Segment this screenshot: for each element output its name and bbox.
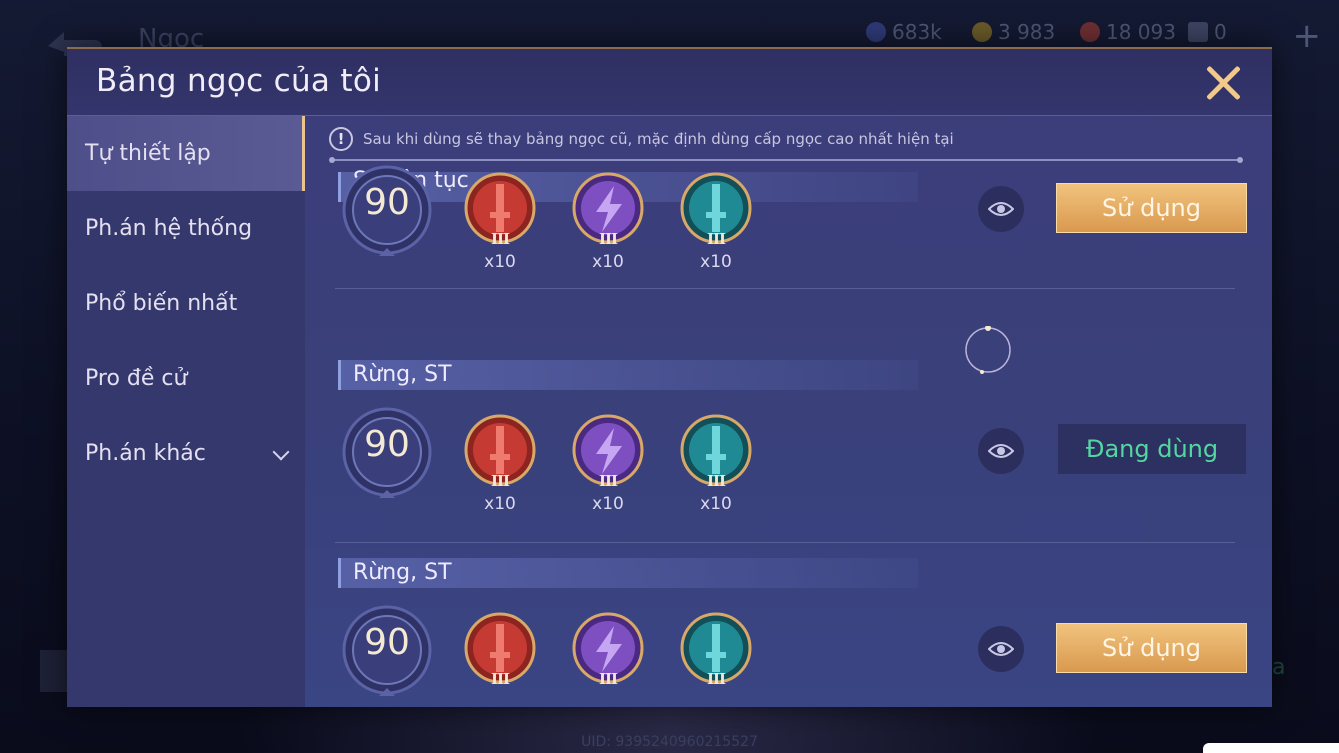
uid-label: UID: 9395240960215527 xyxy=(581,734,758,750)
preview-button[interactable] xyxy=(978,186,1024,232)
eye-icon xyxy=(988,202,1014,216)
setup-name: Rừng, ST xyxy=(353,362,452,387)
gem-tier: III xyxy=(598,670,618,688)
sidebar-item-pro[interactable]: Pro đề cử xyxy=(67,341,305,416)
gem-tier: III xyxy=(490,230,510,248)
chevron-down-icon xyxy=(272,443,290,461)
background-panel xyxy=(40,650,68,692)
gold-coin-icon xyxy=(972,22,992,42)
loading-ring-icon xyxy=(965,326,1011,374)
gem-tier: III xyxy=(490,670,510,688)
add-resource-button[interactable]: + xyxy=(1293,16,1322,56)
gem-tier: III xyxy=(490,472,510,490)
level-value: 90 xyxy=(364,424,410,465)
blue-orb-icon xyxy=(866,22,886,42)
gem-count: x10 xyxy=(484,252,516,272)
warning-icon: ! xyxy=(329,127,353,151)
notice-text: Sau khi dùng sẽ thay bảng ngọc cũ, mặc đ… xyxy=(363,130,954,148)
sidebar: Tự thiết lập Ph.án hệ thống Phổ biến nhấ… xyxy=(67,116,305,707)
resource-gold: 3 983 xyxy=(972,20,1055,44)
in-use-status: Đang dùng xyxy=(1058,424,1246,474)
gem-tier: III xyxy=(706,472,726,490)
level-value: 90 xyxy=(364,622,410,663)
level-value: 90 xyxy=(364,182,410,223)
notice: ! Sau khi dùng sẽ thay bảng ngọc cũ, mặc… xyxy=(329,124,954,154)
row-divider xyxy=(335,288,1235,289)
resource-tickets: 0 xyxy=(1188,20,1227,44)
sidebar-item-system[interactable]: Ph.án hệ thống xyxy=(67,191,305,266)
preview-button[interactable] xyxy=(978,428,1024,474)
ticket-icon xyxy=(1188,22,1208,42)
gem-count: x10 xyxy=(700,494,732,514)
eye-icon xyxy=(988,642,1014,656)
sidebar-item-label: Pro đề cử xyxy=(85,366,188,391)
use-button[interactable]: Sử dụng xyxy=(1056,183,1247,233)
background-right-text: a xyxy=(1272,655,1286,680)
setup-row: Rừng, ST 90 III x10 III x10 III x10 Đang… xyxy=(305,326,1272,558)
gem-count: x10 xyxy=(700,252,732,272)
gem-count: x10 xyxy=(592,494,624,514)
resource-orbs: 683k xyxy=(866,20,942,44)
corner-overlay xyxy=(1203,743,1339,753)
gem-tier: III xyxy=(706,230,726,248)
list-top-divider xyxy=(329,157,1243,163)
setup-row: Rừng, ST 90 III III III Sử dụng xyxy=(305,558,1272,707)
sidebar-item-popular[interactable]: Phổ biến nhất xyxy=(67,266,305,341)
modal-header: Bảng ngọc của tôi xyxy=(67,49,1272,116)
sidebar-item-label: Ph.án khác xyxy=(85,441,206,466)
sidebar-item-label: Phổ biến nhất xyxy=(85,291,238,316)
preview-button[interactable] xyxy=(978,626,1024,672)
setup-name: Rừng, ST xyxy=(353,560,452,585)
eye-icon xyxy=(988,444,1014,458)
row-divider xyxy=(335,542,1235,543)
gem-count: x10 xyxy=(484,494,516,514)
resource-gems: 18 093 xyxy=(1080,20,1176,44)
gem-tier: III xyxy=(706,670,726,688)
sidebar-item-custom[interactable]: Tự thiết lập xyxy=(67,116,305,191)
close-icon[interactable] xyxy=(1204,63,1244,103)
gem-tier: III xyxy=(598,230,618,248)
gem-tier: III xyxy=(598,472,618,490)
modal-title: Bảng ngọc của tôi xyxy=(96,63,382,99)
sidebar-item-other[interactable]: Ph.án khác xyxy=(67,416,305,491)
setup-list[interactable]: ! Sau khi dùng sẽ thay bảng ngọc cũ, mặc… xyxy=(305,116,1272,707)
sidebar-item-label: Ph.án hệ thống xyxy=(85,216,253,241)
use-button[interactable]: Sử dụng xyxy=(1056,623,1247,673)
gem-count: x10 xyxy=(592,252,624,272)
red-gem-icon xyxy=(1080,22,1100,42)
sidebar-item-label: Tự thiết lập xyxy=(85,141,211,166)
rune-board-modal: Bảng ngọc của tôi Tự thiết lập Ph.án hệ … xyxy=(67,47,1272,707)
